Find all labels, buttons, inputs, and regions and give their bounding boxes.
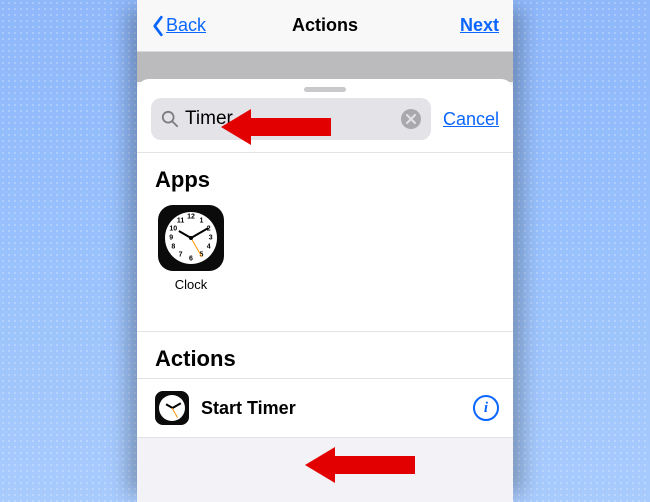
sheet-backdrop — [137, 52, 513, 82]
action-start-timer[interactable]: Start Timer i — [137, 379, 513, 437]
close-icon — [406, 114, 416, 124]
back-label: Back — [166, 15, 206, 36]
back-button[interactable]: Back — [151, 15, 206, 37]
divider — [137, 437, 513, 438]
app-clock[interactable]: 12 3 6 9 1 2 4 5 7 8 10 11 — [155, 205, 227, 292]
sheet-grabber[interactable] — [304, 87, 346, 92]
annotation-arrow — [305, 447, 415, 483]
apps-grid: 12 3 6 9 1 2 4 5 7 8 10 11 — [137, 199, 513, 331]
search-sheet: Timer Cancel Apps 12 3 6 9 1 2 — [137, 79, 513, 438]
apps-section-header: Apps — [137, 153, 513, 199]
clock-icon: 12 3 6 9 1 2 4 5 7 8 10 11 — [158, 205, 224, 271]
device-frame: Back Actions Next Timer Cancel Apps 12 — [137, 0, 513, 502]
next-button[interactable]: Next — [460, 15, 499, 36]
search-row: Timer Cancel — [137, 98, 513, 152]
cancel-button[interactable]: Cancel — [443, 109, 499, 130]
app-label: Clock — [155, 277, 227, 292]
search-input[interactable]: Timer — [151, 98, 431, 140]
search-term: Timer — [185, 108, 395, 130]
clock-icon — [155, 391, 189, 425]
info-button[interactable]: i — [473, 395, 499, 421]
search-icon — [161, 110, 179, 128]
action-label: Start Timer — [201, 398, 461, 419]
actions-section-header: Actions — [137, 332, 513, 378]
chevron-left-icon — [151, 15, 165, 37]
clear-search-button[interactable] — [401, 109, 421, 129]
page-title: Actions — [292, 15, 358, 36]
nav-bar: Back Actions Next — [137, 0, 513, 52]
